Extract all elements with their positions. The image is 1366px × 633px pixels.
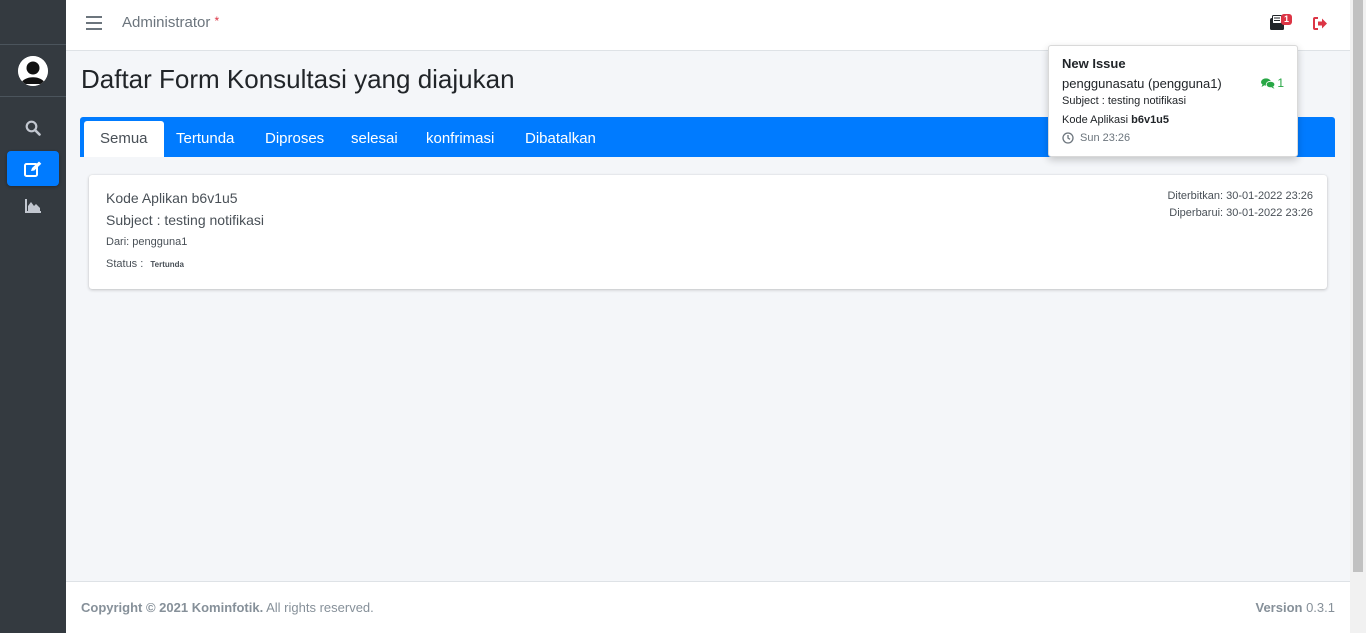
tab-dibatalkan[interactable]: Dibatalkan (509, 121, 612, 157)
clock-icon (1062, 132, 1074, 144)
sidebar-item-search[interactable] (7, 110, 59, 145)
kode-value: b6v1u5 (1131, 114, 1170, 126)
sidebar (0, 0, 66, 633)
copyright-rest: All rights reserved. (266, 600, 374, 615)
logout-button[interactable] (1313, 17, 1328, 35)
version-value: 0.3.1 (1306, 600, 1335, 615)
scrollbar-thumb[interactable] (1353, 0, 1363, 572)
card-status: Status : Tertunda (106, 258, 184, 270)
notification-title: New Issue (1062, 56, 1126, 71)
copyright: Copyright © 2021 Kominfotik. All rights … (81, 600, 374, 615)
notification-time: Sun 23:26 (1062, 132, 1130, 144)
tab-selesai[interactable]: selesai (335, 121, 414, 157)
user-name: Administrator (122, 14, 211, 31)
sidebar-item-reports[interactable] (7, 188, 59, 223)
footer: Copyright © 2021 Kominfotik. All rights … (66, 581, 1350, 633)
notification-button[interactable]: 1 (1269, 14, 1293, 36)
sign-out-icon (1313, 17, 1327, 30)
page-title: Daftar Form Konsultasi yang diajukan (81, 64, 515, 94)
kode-prefix: Kode Aplikasi (1062, 114, 1129, 126)
user-panel (0, 44, 66, 97)
comments-icon (1261, 77, 1276, 89)
notification-user: penggunasatu (pengguna1) (1062, 76, 1222, 91)
notification-badge: 1 (1281, 14, 1293, 25)
tab-tertunda[interactable]: Tertunda (160, 121, 250, 157)
search-icon (25, 120, 41, 136)
edit-icon (24, 161, 42, 177)
user-icon (18, 55, 48, 86)
notification-comments: 1 (1261, 76, 1284, 90)
avatar[interactable] (18, 55, 48, 86)
card-subject: Subject : testing notifikasi (106, 212, 264, 228)
notification-subject: Subject : testing notifikasi (1062, 95, 1187, 107)
comment-count: 1 (1277, 76, 1284, 90)
tab-semua[interactable]: Semua (84, 121, 164, 157)
sidebar-item-forms[interactable] (7, 151, 59, 186)
status-badge: Tertunda (150, 260, 184, 269)
notification-kode: Kode Aplikasi b6v1u5 (1062, 114, 1169, 126)
published-date: Diterbitkan: 30-01-2022 23:26 (1167, 190, 1313, 202)
status-label: Status : (106, 258, 144, 270)
required-marker: * (214, 14, 220, 28)
version-label: Version (1255, 600, 1303, 615)
version: Version 0.3.1 (1255, 600, 1335, 615)
consultation-card[interactable]: Kode Aplikan b6v1u5 Subject : testing no… (89, 175, 1327, 289)
notification-time-text: Sun 23:26 (1080, 132, 1131, 144)
chart-area-icon (24, 198, 41, 213)
card-sender: Dari: pengguna1 (106, 236, 188, 248)
menu-toggle-icon[interactable] (86, 16, 102, 32)
updated-date: Diperbarui: 30-01-2022 23:26 (1169, 207, 1313, 219)
tab-konfrimasi[interactable]: konfrimasi (410, 121, 510, 157)
top-navbar: Administrator * 1 (66, 0, 1350, 51)
scrollbar[interactable] (1350, 0, 1366, 633)
copyright-strong: Copyright © 2021 Kominfotik. (81, 600, 264, 615)
tab-diproses[interactable]: Diproses (249, 121, 340, 157)
card-kode: Kode Aplikan b6v1u5 (106, 190, 238, 206)
user-label[interactable]: Administrator * (122, 14, 219, 31)
notification-dropdown[interactable]: New Issue penggunasatu (pengguna1) 1 Sub… (1048, 45, 1298, 157)
